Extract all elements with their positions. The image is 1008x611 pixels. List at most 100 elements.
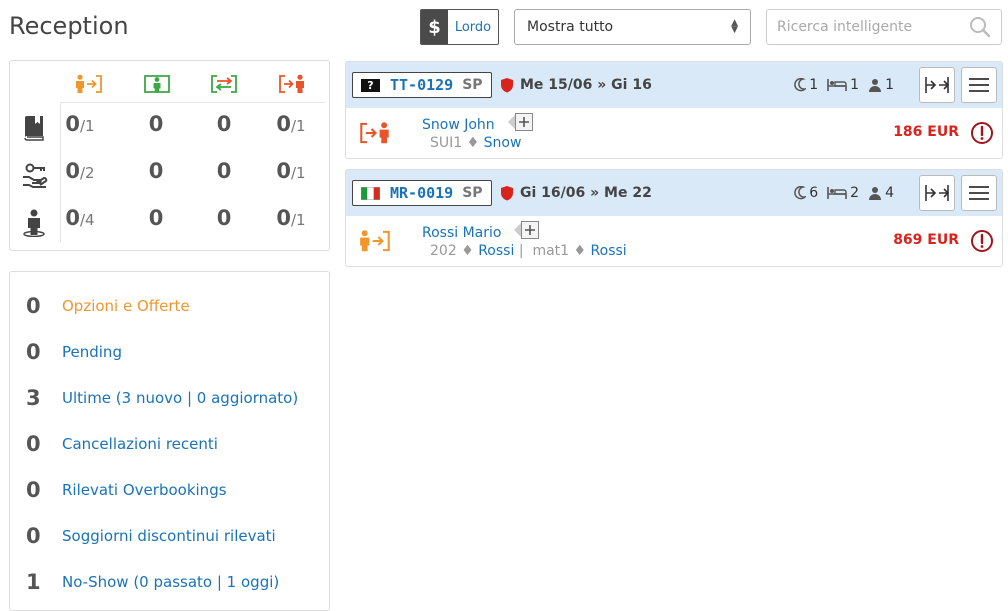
tag-icon	[508, 115, 515, 129]
stay-dates: Me 15/06 » Gi 16	[520, 77, 652, 93]
room-number: 202	[430, 243, 457, 259]
shortcut-item[interactable]: 0 Rilevati Overbookings	[26, 478, 227, 502]
shortcut-list: 0 Opzioni e Offerte 0 Pending 3 Ultime (3 nuo…	[9, 271, 330, 611]
shortcut-item[interactable]: 1 No-Show (0 passato | 1 oggi)	[26, 570, 279, 594]
book-icon	[24, 116, 44, 141]
rooms-count: 2	[850, 185, 860, 201]
shortcut-link[interactable]: Opzioni e Offerte	[62, 297, 190, 315]
stats-cell[interactable]: 0	[126, 159, 186, 183]
stats-cell[interactable]: 0	[194, 112, 254, 136]
menu-button[interactable]	[961, 175, 997, 211]
dollar-icon[interactable]: $	[421, 10, 448, 44]
shortcut-item[interactable]: 0 Cancellazioni recenti	[26, 432, 218, 456]
reservation-code-badge[interactable]: MR-0019 SP	[352, 180, 492, 206]
menu-button[interactable]	[961, 67, 997, 103]
reservation-body: Snow John SUI1 ♦ Snow 186 EUR	[346, 108, 1002, 158]
warning-icon[interactable]	[970, 229, 994, 253]
page-title: Reception	[9, 12, 129, 40]
reservation-header: ? TT-0129 SP Me 15/06 » Gi 16 1 1 1	[346, 62, 1002, 108]
separator: ♦	[461, 243, 474, 259]
reservation-card: MR-0019 SP Gi 16/06 » Me 22 6 2 4 Rossi Mario 2…	[345, 169, 1003, 267]
departure-icon[interactable]	[278, 74, 306, 94]
stats-cell[interactable]: 0	[194, 206, 254, 230]
shortcut-link[interactable]: Pending	[62, 343, 122, 361]
reservation-header: MR-0019 SP Gi 16/06 » Me 22 6 2 4	[346, 170, 1002, 216]
nights-count: 1	[809, 77, 819, 93]
in-house-icon[interactable]	[143, 74, 171, 94]
price-mode-toggle[interactable]: $ Lordo	[420, 9, 499, 45]
arrival-icon[interactable]	[75, 74, 103, 94]
stats-cell[interactable]: 0/1	[261, 159, 321, 183]
stats-value: 0	[216, 112, 232, 136]
shield-icon	[501, 186, 513, 201]
italy-flag-icon	[361, 186, 380, 200]
add-tag-button[interactable]	[513, 221, 539, 239]
room-number: mat1	[532, 243, 570, 259]
shortcut-link[interactable]: Rilevati Overbookings	[62, 481, 227, 499]
rooms-count: 1	[850, 77, 860, 93]
shortcut-link[interactable]: Cancellazioni recenti	[62, 435, 218, 453]
room-guest-link[interactable]: Snow	[484, 135, 522, 151]
separator: ♦	[573, 243, 587, 259]
plus-icon	[515, 113, 533, 131]
stats-cell[interactable]: 0/1	[261, 206, 321, 230]
stats-value: 0	[148, 159, 164, 183]
stats-panel: 0/1 0 0 0/1 0/2 0 0 0/1 0/4 0 0 0/1	[9, 60, 330, 251]
bed-icon	[827, 79, 847, 91]
stats-total: /4	[80, 211, 95, 229]
stats-cell[interactable]: 0	[126, 112, 186, 136]
stats-cell[interactable]: 0	[194, 159, 254, 183]
room-change-icon[interactable]	[210, 74, 238, 94]
occupancy-summary: 6 2 4	[788, 185, 894, 201]
reservation-price: 869 EUR	[893, 232, 959, 248]
select-arrows-icon: ▲ ▼	[731, 18, 738, 35]
reservation-code[interactable]: TT-0129	[390, 76, 453, 94]
stats-cell[interactable]: 0/1	[50, 112, 110, 136]
stats-cell[interactable]: 0/4	[50, 206, 110, 230]
channel-label: SP	[462, 77, 483, 93]
search-placeholder: Ricerca intelligente	[777, 19, 913, 35]
reservation-price: 186 EUR	[893, 124, 959, 140]
reservation-code[interactable]: MR-0019	[390, 184, 453, 202]
split-button[interactable]	[919, 175, 955, 211]
shortcut-count: 0	[26, 524, 41, 548]
stats-total: /1	[291, 164, 306, 182]
shortcut-item[interactable]: 0 Soggiorni discontinui rilevati	[26, 524, 276, 548]
warning-icon[interactable]	[970, 121, 994, 145]
stats-value: 0	[216, 159, 232, 183]
split-icon	[925, 77, 950, 93]
shortcut-link[interactable]: No-Show (0 passato | 1 oggi)	[62, 573, 279, 591]
shortcut-item[interactable]: 0 Opzioni e Offerte	[26, 294, 190, 318]
shortcut-count: 1	[26, 570, 41, 594]
search-icon[interactable]	[969, 16, 991, 38]
plus-icon	[521, 221, 539, 239]
split-button[interactable]	[919, 67, 955, 103]
add-tag-button[interactable]	[507, 113, 533, 131]
room-guest-link[interactable]: Rossi	[591, 243, 627, 259]
stats-value: 0	[65, 206, 80, 230]
stats-cell[interactable]: 0/1	[261, 112, 321, 136]
shortcut-count: 0	[26, 432, 41, 456]
person-icon	[869, 187, 882, 200]
shortcut-item[interactable]: 3 Ultime (3 nuovo | 0 aggiornato)	[26, 386, 298, 410]
lordo-label[interactable]: Lordo	[448, 10, 498, 44]
stats-total: /1	[80, 117, 95, 135]
stay-dates: Gi 16/06 » Me 22	[520, 185, 652, 201]
channel-label: SP	[462, 185, 483, 201]
guest-name-link[interactable]: Snow John	[422, 117, 495, 133]
reservation-code-badge[interactable]: ? TT-0129 SP	[352, 72, 492, 98]
nights-count: 6	[809, 185, 819, 201]
shortcut-link[interactable]: Ultime (3 nuovo | 0 aggiornato)	[62, 389, 298, 407]
shortcut-link[interactable]: Soggiorni discontinui rilevati	[62, 527, 276, 545]
filter-select-value: Mostra tutto	[527, 19, 614, 35]
guest-name-link[interactable]: Rossi Mario	[422, 225, 501, 241]
search-input[interactable]: Ricerca intelligente	[766, 9, 1002, 45]
bed-icon	[827, 187, 847, 199]
shortcut-count: 3	[26, 386, 41, 410]
shield-icon	[501, 78, 513, 93]
shortcut-item[interactable]: 0 Pending	[26, 340, 122, 364]
room-guest-link[interactable]: Rossi	[478, 243, 514, 259]
stats-cell[interactable]: 0/2	[50, 159, 110, 183]
filter-select[interactable]: Mostra tutto ▲ ▼	[514, 9, 751, 45]
stats-cell[interactable]: 0	[126, 206, 186, 230]
